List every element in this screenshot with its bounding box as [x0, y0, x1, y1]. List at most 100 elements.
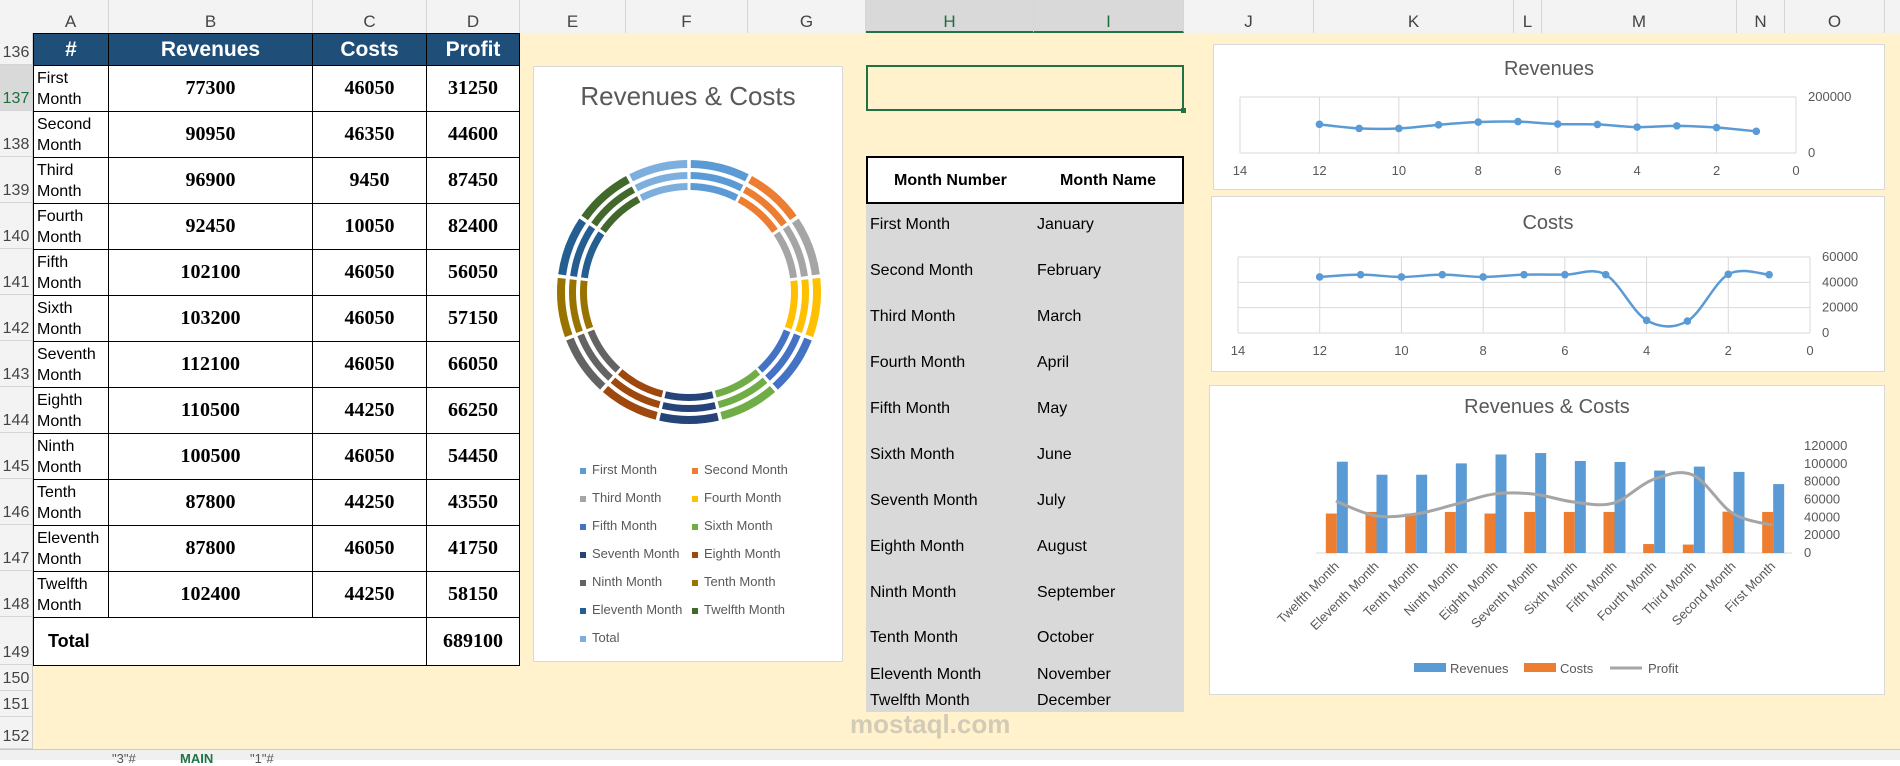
lookup-month-name[interactable]: January: [1037, 216, 1177, 234]
lookup-month-number[interactable]: Sixth Month: [870, 446, 1030, 464]
profit-cell[interactable]: 56050: [426, 249, 520, 296]
column-header-e[interactable]: E: [520, 0, 626, 33]
month-cell[interactable]: Tenth Month: [33, 479, 109, 526]
revenues-cell[interactable]: 92450: [108, 203, 313, 250]
month-cell[interactable]: Second Month: [33, 111, 109, 158]
revenues-cell[interactable]: 90950: [108, 111, 313, 158]
profit-cell[interactable]: 44600: [426, 111, 520, 158]
lookup-month-number[interactable]: Seventh Month: [870, 492, 1030, 510]
profit-cell[interactable]: 43550: [426, 479, 520, 526]
column-header-i[interactable]: I: [1034, 0, 1184, 33]
column-header-h[interactable]: H: [866, 0, 1034, 33]
lookup-month-number[interactable]: Second Month: [870, 262, 1030, 280]
month-cell[interactable]: Twelfth Month: [33, 571, 109, 618]
row-header-136[interactable]: 136: [0, 33, 33, 65]
revenues-line-chart-card[interactable]: Revenues 200000 0 14 12 10 8 6 4 2 0: [1213, 44, 1885, 190]
revenues-cell[interactable]: 102400: [108, 571, 313, 618]
revenues-cell[interactable]: 77300: [108, 65, 313, 112]
lookup-month-name[interactable]: July: [1037, 492, 1177, 510]
lookup-month-name[interactable]: April: [1037, 354, 1177, 372]
costs-cell[interactable]: 9450: [312, 157, 427, 204]
column-header-m[interactable]: M: [1542, 0, 1737, 33]
selected-cell[interactable]: [866, 65, 1184, 111]
fill-handle[interactable]: [1181, 108, 1186, 113]
costs-cell[interactable]: 46350: [312, 111, 427, 158]
month-cell[interactable]: Third Month: [33, 157, 109, 204]
column-header-k[interactable]: K: [1314, 0, 1514, 33]
revenues-cell[interactable]: 87800: [108, 479, 313, 526]
costs-cell[interactable]: 46050: [312, 341, 427, 388]
costs-line-chart-card[interactable]: Costs 60000 40000 20000 0 14 12 10 8 6 4 2 0: [1211, 196, 1885, 372]
column-header-o[interactable]: O: [1785, 0, 1885, 33]
profit-cell[interactable]: 82400: [426, 203, 520, 250]
lookup-month-number[interactable]: Fourth Month: [870, 354, 1030, 372]
lookup-month-name[interactable]: December: [1037, 692, 1177, 710]
lookup-month-number[interactable]: Ninth Month: [870, 584, 1030, 602]
profit-cell[interactable]: 41750: [426, 525, 520, 572]
lookup-month-number[interactable]: Eighth Month: [870, 538, 1030, 556]
column-header-f[interactable]: F: [626, 0, 748, 33]
lookup-month-number[interactable]: Tenth Month: [870, 629, 1030, 647]
profit-cell[interactable]: 66050: [426, 341, 520, 388]
costs-cell[interactable]: 44250: [312, 571, 427, 618]
row-header-152[interactable]: 152: [0, 717, 33, 749]
month-cell[interactable]: Ninth Month: [33, 433, 109, 480]
revenues-cell[interactable]: 110500: [108, 387, 313, 434]
lookup-month-number[interactable]: Third Month: [870, 308, 1030, 326]
revenues-cell[interactable]: 102100: [108, 249, 313, 296]
total-label[interactable]: Total: [33, 617, 427, 666]
month-cell[interactable]: Eleventh Month: [33, 525, 109, 572]
donut-chart-card[interactable]: Revenues & Costs First Month Second Month…: [533, 66, 843, 662]
month-cell[interactable]: Fifth Month: [33, 249, 109, 296]
month-cell[interactable]: Eighth Month: [33, 387, 109, 434]
costs-cell[interactable]: 46050: [312, 295, 427, 342]
profit-cell[interactable]: 31250: [426, 65, 520, 112]
costs-cell[interactable]: 46050: [312, 525, 427, 572]
column-header-l[interactable]: L: [1514, 0, 1542, 33]
month-cell[interactable]: Seventh Month: [33, 341, 109, 388]
lookup-month-name[interactable]: August: [1037, 538, 1177, 556]
lookup-month-name[interactable]: February: [1037, 262, 1177, 280]
column-header-a[interactable]: A: [33, 0, 109, 33]
row-header-150[interactable]: 150: [0, 665, 33, 691]
row-header-147[interactable]: 147: [0, 525, 33, 571]
revenues-cell[interactable]: 103200: [108, 295, 313, 342]
row-header-148[interactable]: 148: [0, 571, 33, 617]
row-header-142[interactable]: 142: [0, 295, 33, 341]
lookup-month-name[interactable]: May: [1037, 400, 1177, 418]
column-header-n[interactable]: N: [1737, 0, 1785, 33]
revenues-cell[interactable]: 112100: [108, 341, 313, 388]
row-header-140[interactable]: 140: [0, 203, 33, 249]
profit-cell[interactable]: 58150: [426, 571, 520, 618]
month-cell[interactable]: Sixth Month: [33, 295, 109, 342]
row-header-139[interactable]: 139: [0, 157, 33, 203]
row-header-146[interactable]: 146: [0, 479, 33, 525]
lookup-month-name[interactable]: March: [1037, 308, 1177, 326]
costs-cell[interactable]: 44250: [312, 479, 427, 526]
costs-cell[interactable]: 46050: [312, 433, 427, 480]
profit-cell[interactable]: 87450: [426, 157, 520, 204]
costs-cell[interactable]: 46050: [312, 65, 427, 112]
costs-cell[interactable]: 10050: [312, 203, 427, 250]
lookup-month-name[interactable]: October: [1037, 629, 1177, 647]
lookup-month-number[interactable]: First Month: [870, 216, 1030, 234]
row-header-145[interactable]: 145: [0, 433, 33, 479]
month-cell[interactable]: First Month: [33, 65, 109, 112]
column-header-b[interactable]: B: [109, 0, 313, 33]
costs-cell[interactable]: 44250: [312, 387, 427, 434]
lookup-month-name[interactable]: November: [1037, 666, 1177, 684]
row-header-144[interactable]: 144: [0, 387, 33, 433]
row-header-149[interactable]: 149: [0, 617, 33, 665]
lookup-month-name[interactable]: September: [1037, 584, 1177, 602]
column-header-g[interactable]: G: [748, 0, 866, 33]
profit-cell[interactable]: 57150: [426, 295, 520, 342]
total-value[interactable]: 689100: [426, 617, 520, 666]
lookup-month-number[interactable]: Twelfth Month: [870, 692, 1030, 710]
lookup-month-name[interactable]: June: [1037, 446, 1177, 464]
row-header-138[interactable]: 138: [0, 111, 33, 157]
row-header-141[interactable]: 141: [0, 249, 33, 295]
column-header-c[interactable]: C: [313, 0, 427, 33]
month-cell[interactable]: Fourth Month: [33, 203, 109, 250]
lookup-month-number[interactable]: Fifth Month: [870, 400, 1030, 418]
profit-cell[interactable]: 54450: [426, 433, 520, 480]
